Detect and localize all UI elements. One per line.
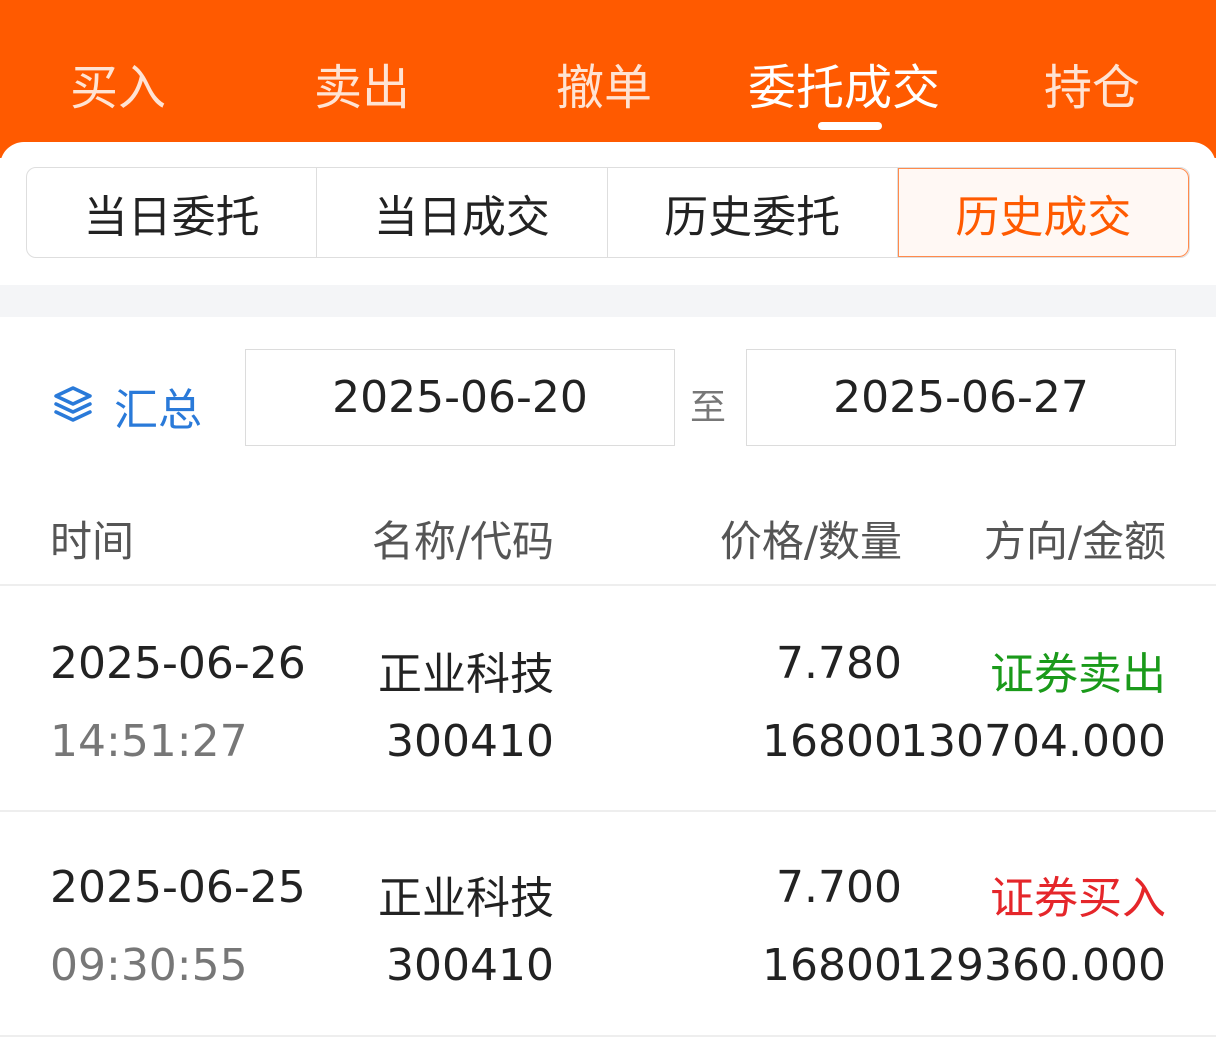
header-direction-amount: 方向/金额: [983, 517, 1166, 566]
trade-amount: 130704.000: [900, 716, 1166, 767]
trade-time: 09:30:55: [50, 940, 248, 991]
subtab-history-trades[interactable]: 历史成交: [897, 168, 1189, 257]
stock-name: 正业科技: [378, 873, 554, 924]
tab-sell[interactable]: 卖出: [314, 48, 410, 118]
trade-amount: 129360.000: [900, 940, 1166, 991]
tab-cancel-order[interactable]: 撤单: [556, 48, 652, 118]
active-tab-indicator: [818, 122, 882, 130]
trade-date: 2025-06-26: [50, 638, 306, 689]
tab-orders-trades[interactable]: 委托成交: [748, 48, 940, 118]
trade-price: 7.700: [776, 862, 902, 913]
tab-buy[interactable]: 买入: [70, 48, 166, 118]
stock-name: 正业科技: [378, 649, 554, 700]
table-row[interactable]: 2025-06-26 14:51:27 正业科技 300410 7.780 16…: [0, 588, 1216, 812]
header-name-code: 名称/代码: [371, 517, 554, 566]
trade-price: 7.780: [776, 638, 902, 689]
start-date-field[interactable]: 2025-06-20: [245, 349, 675, 446]
subtab-history-orders[interactable]: 历史委托: [608, 168, 898, 257]
sub-tab-bar: 当日委托 当日成交 历史委托 历史成交: [26, 167, 1190, 258]
trade-quantity: 16800: [762, 716, 902, 767]
subtab-today-orders[interactable]: 当日委托: [27, 168, 318, 257]
section-divider: [0, 285, 1216, 317]
trade-direction: 证券卖出: [990, 649, 1166, 700]
divider: [0, 1035, 1216, 1037]
header-time: 时间: [50, 517, 135, 566]
header-price-qty: 价格/数量: [719, 517, 902, 566]
stock-code: 300410: [386, 716, 554, 767]
stock-code: 300410: [386, 940, 554, 991]
tab-positions[interactable]: 持仓: [1044, 48, 1140, 118]
top-nav-bar: 买入 卖出 撤单 委托成交 持仓: [0, 0, 1216, 158]
date-range-separator: 至: [690, 387, 727, 428]
summary-label: 汇总: [114, 385, 202, 436]
divider: [0, 584, 1216, 586]
trade-quantity: 16800: [762, 940, 902, 991]
table-row[interactable]: 2025-06-25 09:30:55 正业科技 300410 7.700 16…: [0, 812, 1216, 1036]
end-date-field[interactable]: 2025-06-27: [746, 349, 1176, 446]
trade-direction: 证券买入: [990, 873, 1166, 924]
subtab-today-trades[interactable]: 当日成交: [317, 168, 608, 257]
trade-date: 2025-06-25: [50, 862, 306, 913]
layers-icon: [52, 383, 94, 429]
trade-time: 14:51:27: [50, 716, 248, 767]
summary-button[interactable]: 汇总: [52, 374, 202, 438]
